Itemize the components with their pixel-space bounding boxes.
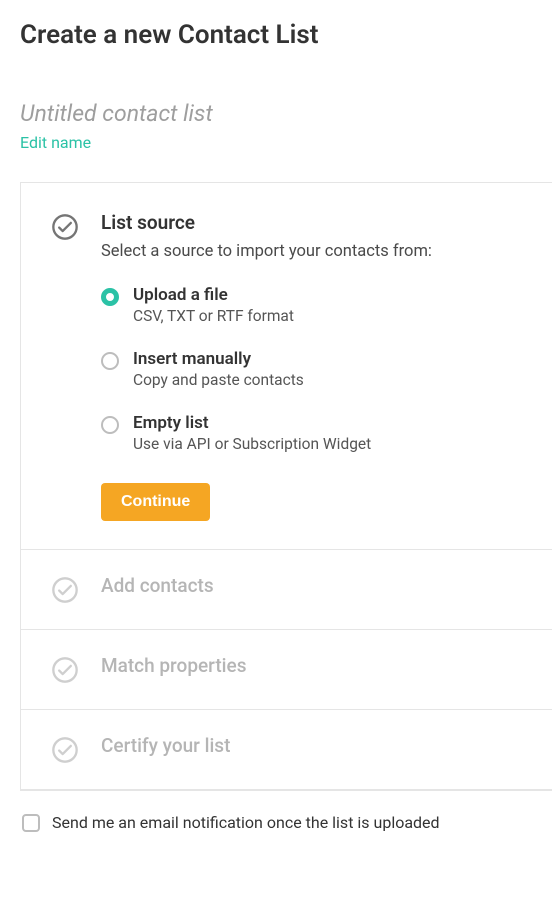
- radio-label: Insert manually: [133, 349, 304, 369]
- radio-desc: CSV, TXT or RTF format: [133, 307, 294, 325]
- step-title-match-properties: Match properties: [101, 654, 532, 677]
- edit-name-link[interactable]: Edit name: [20, 133, 91, 152]
- source-radio-group: Upload a file CSV, TXT or RTF format Ins…: [101, 285, 532, 453]
- step-list-source: List source Select a source to import yo…: [21, 183, 552, 550]
- radio-upload-file[interactable]: Upload a file CSV, TXT or RTF format: [101, 285, 532, 325]
- radio-icon: [101, 288, 119, 306]
- radio-icon: [101, 416, 119, 434]
- step-title-list-source: List source: [101, 211, 532, 234]
- notify-checkbox[interactable]: [22, 814, 40, 832]
- radio-icon: [101, 352, 119, 370]
- radio-label: Upload a file: [133, 285, 294, 305]
- steps-card: List source Select a source to import yo…: [20, 182, 552, 791]
- step-certify: Certify your list: [21, 710, 552, 790]
- check-circle-icon: [51, 656, 79, 684]
- step-title-certify: Certify your list: [101, 734, 532, 757]
- step-subtitle-list-source: Select a source to import your contacts …: [101, 242, 532, 261]
- notify-row: Send me an email notification once the l…: [20, 813, 552, 832]
- step-match-properties: Match properties: [21, 630, 552, 710]
- radio-insert-manually[interactable]: Insert manually Copy and paste contacts: [101, 349, 532, 389]
- check-circle-icon: [51, 736, 79, 764]
- list-name: Untitled contact list: [20, 100, 552, 127]
- notify-label: Send me an email notification once the l…: [52, 813, 440, 832]
- radio-desc: Use via API or Subscription Widget: [133, 435, 371, 453]
- page-title: Create a new Contact List: [20, 20, 552, 50]
- radio-desc: Copy and paste contacts: [133, 371, 304, 389]
- continue-button[interactable]: Continue: [101, 483, 210, 521]
- step-add-contacts: Add contacts: [21, 550, 552, 630]
- check-circle-icon: [51, 213, 79, 241]
- radio-label: Empty list: [133, 413, 371, 433]
- check-circle-icon: [51, 576, 79, 604]
- step-title-add-contacts: Add contacts: [101, 574, 532, 597]
- radio-empty-list[interactable]: Empty list Use via API or Subscription W…: [101, 413, 532, 453]
